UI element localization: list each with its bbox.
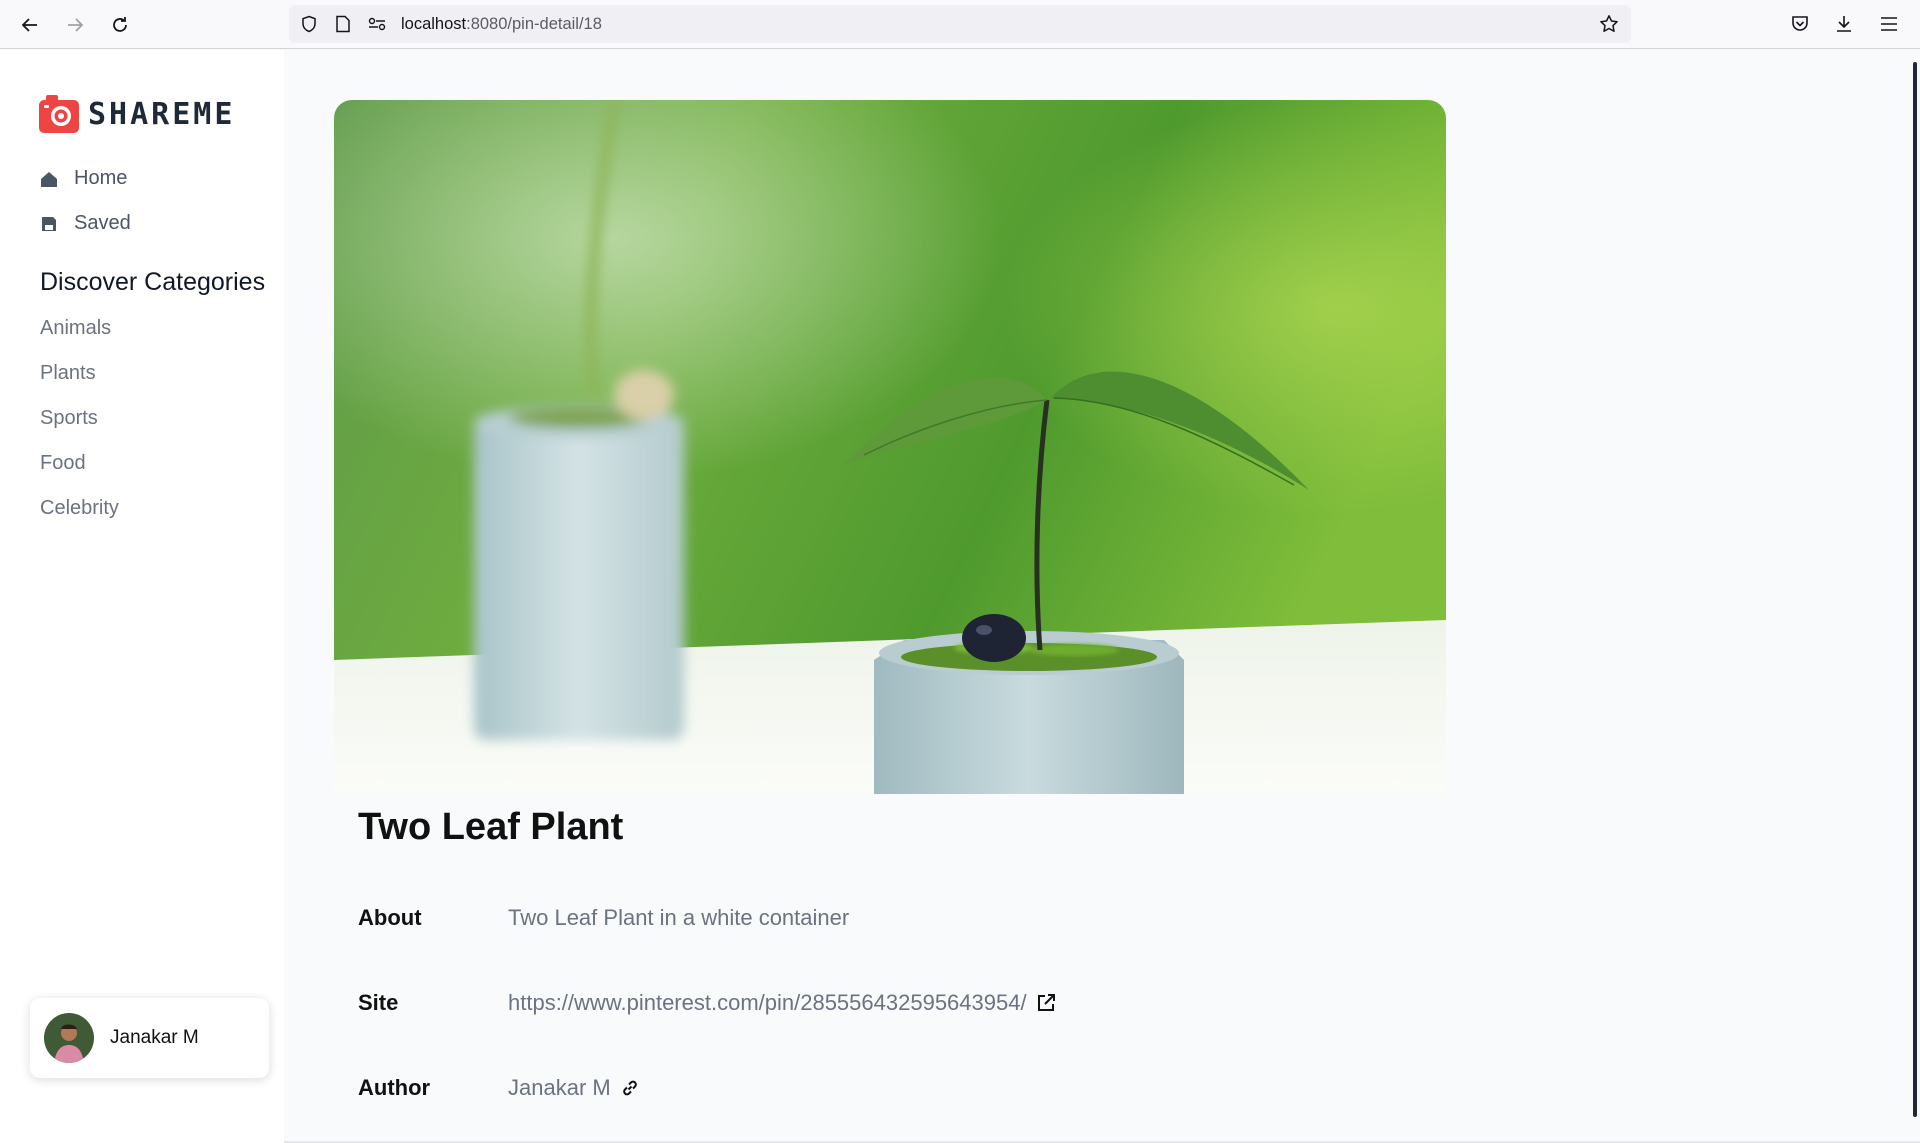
reload-icon[interactable] bbox=[105, 10, 135, 40]
author-link[interactable]: Janakar M bbox=[508, 1075, 641, 1101]
site-permissions-icon[interactable] bbox=[367, 14, 387, 34]
category-sports[interactable]: Sports bbox=[40, 407, 98, 430]
about-value: Two Leaf Plant in a white container bbox=[508, 905, 849, 931]
page-scrollbar[interactable] bbox=[1913, 62, 1917, 1117]
url-path: :8080/pin-detail/18 bbox=[466, 15, 602, 33]
user-name: Janakar M bbox=[110, 1027, 199, 1048]
address-bar[interactable]: localhost:8080/pin-detail/18 bbox=[289, 5, 1631, 43]
site-url[interactable]: https://www.pinterest.com/pin/2855564325… bbox=[508, 990, 1027, 1016]
url-host: localhost bbox=[401, 15, 467, 33]
shield-icon[interactable] bbox=[299, 14, 319, 34]
pocket-icon[interactable] bbox=[1788, 12, 1812, 36]
sidebar-item-label: Home bbox=[74, 167, 128, 189]
author-name[interactable]: Janakar M bbox=[508, 1075, 611, 1101]
pin-title: Two Leaf Plant bbox=[358, 806, 624, 848]
external-link-icon[interactable] bbox=[1035, 992, 1057, 1014]
logo[interactable]: SHAREME bbox=[38, 94, 235, 134]
menu-icon[interactable] bbox=[1877, 12, 1901, 36]
category-celebrity[interactable]: Celebrity bbox=[40, 497, 119, 520]
category-food[interactable]: Food bbox=[40, 452, 86, 475]
url-text[interactable]: localhost:8080/pin-detail/18 bbox=[401, 15, 602, 34]
download-icon[interactable] bbox=[1832, 12, 1856, 36]
about-text: Two Leaf Plant in a white container bbox=[508, 905, 850, 930]
link-icon[interactable] bbox=[619, 1077, 641, 1099]
category-animals[interactable]: Animals bbox=[40, 317, 111, 340]
home-icon bbox=[40, 170, 58, 188]
camera-logo-icon bbox=[39, 95, 79, 133]
logo-text: SHAREME bbox=[88, 96, 236, 132]
discover-categories-heading: Discover Categories bbox=[40, 268, 266, 296]
avatar bbox=[44, 1013, 94, 1063]
site-link[interactable]: https://www.pinterest.com/pin/2855564325… bbox=[508, 990, 1057, 1016]
site-label: Site bbox=[358, 990, 399, 1015]
category-plants[interactable]: Plants bbox=[40, 362, 96, 385]
sidebar-item-saved[interactable]: Saved bbox=[40, 212, 131, 235]
sidebar-item-home[interactable]: Home bbox=[40, 167, 127, 190]
back-arrow-icon[interactable] bbox=[15, 10, 45, 40]
about-label: About bbox=[358, 905, 422, 930]
browser-toolbar: localhost:8080/pin-detail/18 bbox=[0, 0, 1920, 49]
bookmark-star-icon[interactable] bbox=[1599, 14, 1619, 34]
sidebar: SHAREME Home Saved Discover Categories A… bbox=[0, 50, 284, 1143]
pin-image[interactable] bbox=[334, 100, 1446, 794]
page-icon[interactable] bbox=[333, 14, 353, 34]
user-profile-card[interactable]: Janakar M bbox=[30, 998, 269, 1078]
author-label: Author bbox=[358, 1075, 431, 1100]
forward-arrow-icon[interactable] bbox=[60, 10, 90, 40]
save-icon bbox=[40, 215, 58, 233]
sidebar-item-label: Saved bbox=[74, 212, 131, 234]
